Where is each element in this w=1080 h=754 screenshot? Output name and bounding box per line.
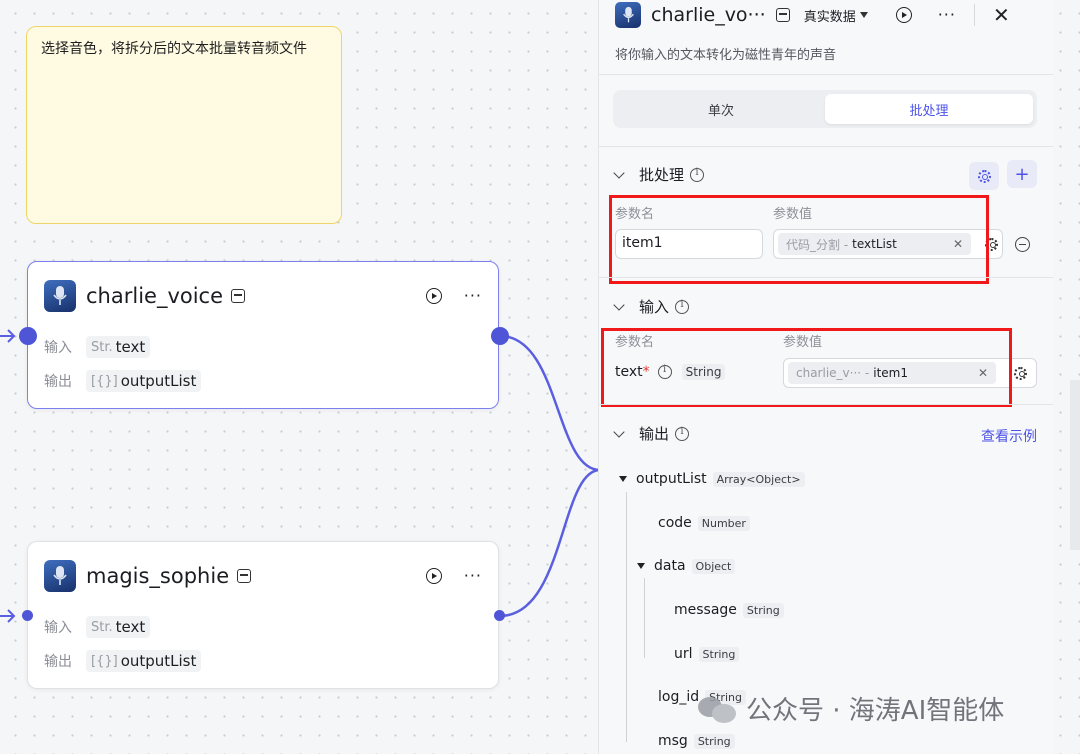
output-label: 输出	[44, 654, 72, 670]
tree-line	[644, 578, 645, 658]
more-icon[interactable]: ···	[464, 568, 482, 584]
tree-item-message: message String	[674, 602, 784, 618]
batch-settings-button[interactable]	[969, 162, 999, 190]
tree-item-data[interactable]: data Object	[637, 558, 736, 574]
divider	[599, 74, 1053, 75]
output-tag: [{}] outputList	[86, 650, 202, 672]
plugin-badge-icon	[237, 569, 252, 583]
divider	[973, 4, 975, 26]
wechat-logo-icon	[698, 695, 738, 723]
info-icon[interactable]	[675, 299, 690, 314]
divider	[599, 404, 1053, 405]
divider	[599, 277, 1053, 278]
output-port[interactable]	[494, 610, 505, 621]
tree-item-url: url String	[674, 646, 740, 662]
panel-description: 将你输入的文本转化为磁性青年的声音	[615, 48, 837, 63]
caret-down-icon	[619, 476, 627, 482]
caret-down-icon	[859, 12, 868, 18]
info-icon[interactable]	[675, 426, 690, 441]
output-port[interactable]	[491, 327, 509, 345]
gear-icon[interactable]	[1014, 366, 1027, 380]
data-mode-dropdown[interactable]: 真实数据	[804, 6, 868, 25]
watermark: 公众号 · 海涛AI智能体	[698, 690, 1004, 727]
plus-icon: +	[1014, 163, 1030, 185]
info-icon[interactable]	[690, 167, 705, 182]
node-title: charlie_voice	[86, 284, 224, 308]
node-config-panel: charlie_vo··· 真实数据 ··· ✕ 将你输入的文本转化为磁性青年的…	[598, 0, 1053, 754]
run-icon[interactable]	[425, 288, 442, 304]
tree-item-code: code Number	[658, 515, 750, 531]
caret-down-icon	[637, 563, 645, 569]
input-tag: Str. text	[86, 616, 151, 638]
chevron-down-icon	[613, 425, 625, 438]
divider	[599, 146, 1053, 147]
tree-item-outputlist[interactable]: outputList Array<Object>	[619, 471, 805, 487]
view-example-link[interactable]: 查看示例	[981, 426, 1037, 446]
tab-batch[interactable]: 批处理	[825, 94, 1033, 124]
note-text: 选择音色，将拆分后的文本批量转音频文件	[41, 41, 307, 57]
output-label: 输出	[44, 374, 72, 390]
plugin-badge-icon	[775, 8, 790, 22]
remove-param-icon[interactable]	[1015, 237, 1030, 252]
close-icon[interactable]: ✕	[993, 3, 1010, 27]
output-tag: [{}] outputList	[86, 370, 202, 392]
chevron-down-icon	[613, 166, 625, 179]
panel-header: charlie_vo··· 真实数据 ··· ✕	[615, 0, 1053, 30]
node-charlie-voice[interactable]: charlie_voice ··· 输入 Str. text 输出 [{}] out…	[27, 261, 499, 409]
run-icon[interactable]	[425, 568, 442, 584]
run-mode-tabs: 单次 批处理	[613, 90, 1037, 128]
tree-item-msg: msg String	[658, 733, 735, 749]
input-tag: Str. text	[86, 336, 151, 358]
batch-section-header[interactable]: 批处理	[613, 164, 705, 185]
highlight-box	[601, 328, 1012, 407]
panel-title: charlie_vo···	[651, 4, 766, 26]
add-param-button[interactable]: +	[1007, 160, 1037, 188]
node-magis-sophie[interactable]: magis_sophie ··· 输入 Str. text 输出 [{}] outp…	[27, 541, 499, 689]
microphone-icon	[44, 560, 76, 592]
input-section-header[interactable]: 输入	[613, 296, 690, 317]
comment-note[interactable]: 选择音色，将拆分后的文本批量转音频文件	[26, 26, 342, 224]
tree-line	[626, 492, 627, 742]
input-port[interactable]	[19, 327, 37, 345]
microphone-icon	[44, 280, 76, 312]
microphone-icon	[615, 2, 641, 28]
input-label: 输入	[44, 620, 72, 636]
tab-single[interactable]: 单次	[617, 94, 825, 124]
input-port[interactable]	[22, 610, 33, 621]
more-icon[interactable]: ···	[464, 288, 482, 304]
gear-icon	[977, 169, 991, 183]
output-section-header[interactable]: 输出	[613, 423, 690, 444]
input-label: 输入	[44, 340, 72, 356]
run-icon[interactable]	[895, 7, 912, 23]
more-icon[interactable]: ···	[938, 7, 956, 23]
plugin-badge-icon	[231, 289, 246, 303]
node-title: magis_sophie	[86, 564, 230, 588]
chevron-down-icon	[613, 298, 625, 311]
scrollbar[interactable]	[1070, 380, 1080, 550]
highlight-box	[609, 195, 989, 284]
